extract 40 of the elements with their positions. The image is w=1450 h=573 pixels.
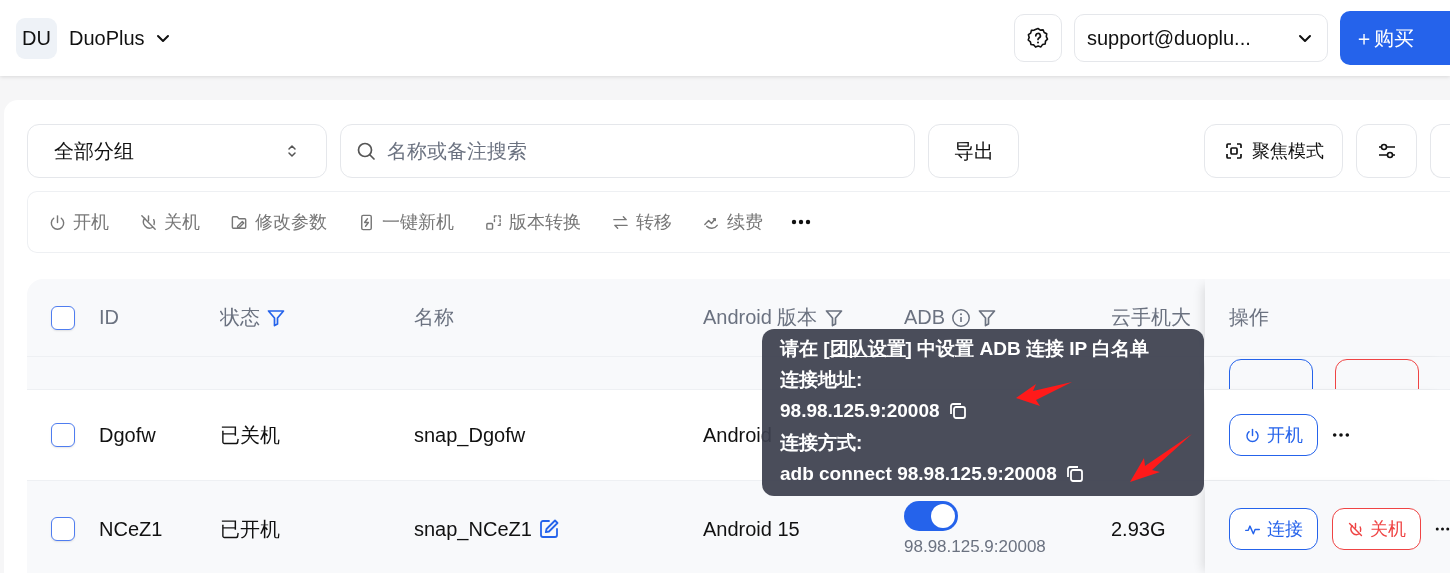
column-header: 状态 [220,305,260,330]
tooltip-label: 连接地址: [780,368,864,392]
batch-action[interactable]: 转移 [611,210,672,234]
device-id: NCeZ1 [99,517,163,541]
buy-button[interactable]: ＋购买 [1340,11,1450,65]
adb-address: 98.98.125.9:20008 [904,537,1046,557]
connection-command: adb connect 98.98.125.9:20008 [780,463,1057,485]
batch-action[interactable]: 关机 [139,210,200,234]
column-header: 名称 [414,305,454,330]
workspace-name[interactable]: DuoPlus [69,26,145,50]
focus-mode-button[interactable]: 聚焦模式 [1204,124,1343,178]
batch-action[interactable]: 一键新机 [357,210,454,234]
batch-action[interactable]: 版本转换 [484,210,581,234]
column-header: Android 版本 [703,305,818,330]
tooltip-text: 请在 [团队设置] 中设置 ADB 连接 IP 白名单 [780,337,1151,361]
group-select[interactable]: 全部分组 [27,124,327,178]
batch-action[interactable]: 开机 [48,210,109,234]
workspace-avatar[interactable]: DU [16,17,57,59]
device-size: 2.93G [1111,517,1166,541]
device-name: snap_NCeZ1 [414,517,532,541]
batch-action[interactable]: 修改参数 [230,210,327,234]
team-settings-link[interactable]: 团队设置 [829,338,906,359]
device-status: 已关机 [220,422,280,448]
batch-action[interactable]: 续费 [702,210,763,234]
android-version: Android 15 [703,517,800,541]
connection-address: 98.98.125.9:20008 [780,400,940,422]
power-on-button[interactable]: 开机 [1229,414,1318,456]
column-header: 操作 [1229,305,1269,330]
device-id: Dgofw [99,423,156,447]
search-field[interactable]: 名称或备注搜索 [340,124,915,178]
account-select[interactable]: support@duoplu... [1074,14,1328,62]
power-off-button[interactable]: 关机 [1332,508,1421,550]
column-header: ADB [904,306,946,329]
export-button[interactable]: 导出 [928,124,1019,178]
column-header: 云手机大 [1111,305,1191,330]
connect-button[interactable]: 连接 [1229,508,1318,550]
device-name: snap_Dgofw [414,423,526,447]
device-status: 已开机 [220,516,280,542]
column-header: ID [99,306,119,329]
tooltip-label: 连接方式: [780,431,864,455]
